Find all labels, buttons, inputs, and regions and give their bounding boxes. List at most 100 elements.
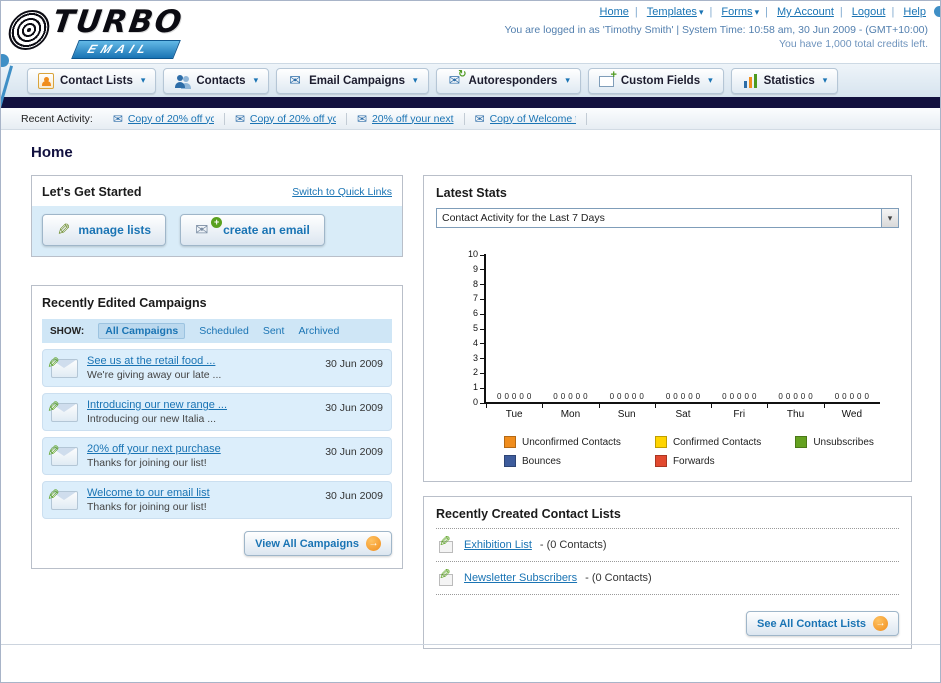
legend-label: Forwards (672, 455, 715, 467)
chevron-down-icon: ▾ (412, 75, 418, 85)
contact-list-count: - (0 Contacts) (585, 572, 652, 584)
link-home[interactable]: Home (600, 6, 629, 18)
filter-sent[interactable]: Sent (263, 325, 285, 337)
chart-bar-group: 0 0 0 0 0 Sat (654, 254, 711, 420)
divider-bar (1, 97, 940, 108)
chart-plot-area: 0 1 2 3 4 5 6 7 8 9 10 0 0 0 0 0 Tue 0 0 0 0 0 Mon 0 0 0 0 0 Sun 0 0 0 0… (468, 250, 880, 420)
nav-tab-contacts[interactable]: Contacts ▾ (163, 67, 270, 94)
top-nav-links: Home Templates▾ Forms▾ My Account Logout… (504, 6, 928, 18)
bar-value-label: 0 (744, 392, 749, 401)
recent-activity-item[interactable]: ✉ Copy of 20% off yc (225, 111, 347, 126)
nav-tab-email-campaigns[interactable]: ✉ Email Campaigns ▾ (276, 67, 429, 94)
manage-lists-button[interactable]: ✎ manage lists (42, 214, 167, 246)
campaign-subtitle: We're giving away our late ... (87, 369, 222, 381)
legend-item: Unconfirmed Contacts (504, 436, 621, 448)
edit-list-icon: ✎ (438, 567, 456, 586)
envelope-icon: ✉ (234, 111, 245, 126)
logo-text-primary: TURBO (50, 4, 186, 40)
bar-value-label: 0 (688, 392, 693, 401)
recent-activity-item[interactable]: ✉ Copy of Welcome tc (465, 112, 587, 125)
bar-value-label: 0 (808, 392, 813, 401)
y-axis-tick-label: 2 (464, 368, 484, 377)
nav-tab-autoresponders[interactable]: ✉ ↻ Autoresponders ▾ (435, 67, 581, 94)
contact-activity-chart: 0 1 2 3 4 5 6 7 8 9 10 0 0 0 0 0 Tue 0 0 0 0 0 Mon 0 0 0 0 0 Sun 0 0 0 0… (462, 250, 899, 467)
bar-value-label: 0 (737, 392, 742, 401)
new-email-icon: ✉ + (195, 217, 223, 238)
see-all-contact-lists-button[interactable]: See All Contact Lists → (745, 611, 899, 636)
nav-tab-contact-lists[interactable]: Contact Lists ▾ (27, 67, 157, 94)
filter-all-campaigns[interactable]: All Campaigns (98, 323, 186, 339)
campaign-row[interactable]: ✎ 20% off your next purchase Thanks for … (42, 437, 392, 475)
stats-period-select[interactable]: Contact Activity for the Last 7 Days ▾ (436, 208, 899, 228)
campaign-title-link[interactable]: 20% off your next purchase (87, 443, 316, 455)
logo-swoosh-icon (5, 10, 53, 50)
campaign-filter-bar: SHOW: All Campaigns Scheduled Sent Archi… (42, 319, 392, 343)
bar-value-label: 0 (864, 392, 869, 401)
recent-contact-lists-panel: Recently Created Contact Lists ✎ Exhibit… (423, 496, 912, 649)
y-axis-tick-label: 8 (464, 279, 484, 289)
recent-activity-item[interactable]: ✉ Copy of 20% off yc (103, 111, 225, 126)
bar-value-label: 0 (624, 392, 629, 401)
bar-value-label: 0 (793, 392, 798, 401)
custom-fields-icon: + (598, 69, 617, 89)
bar-value-label: 0 (680, 392, 686, 401)
recent-activity-bar: Recent Activity: ✉ Copy of 20% off yc ✉ … (1, 108, 940, 130)
recent-activity-item[interactable]: ✉ 20% off your next (347, 111, 465, 126)
bar-value-label: 0 (842, 392, 847, 401)
main-content: Home Let's Get Started Switch to Quick L… (1, 130, 940, 666)
bar-value-label: 0 (729, 392, 735, 401)
campaign-row[interactable]: ✎ Welcome to our email list Thanks for j… (42, 481, 392, 519)
campaign-edit-icon: ✎ (47, 486, 78, 510)
bar-value-label: 0 (695, 392, 701, 401)
bar-value-label: 0 (751, 392, 757, 401)
campaign-title-link[interactable]: Introducing our new range ... (87, 399, 316, 411)
turbo-email-logo[interactable]: TURBO EMAIL (5, 4, 259, 60)
bar-value-label: 0 (504, 392, 509, 401)
y-axis-tick-label: 10 (464, 250, 484, 259)
contact-list-row[interactable]: ✎ Newsletter Subscribers - (0 Contacts) (436, 562, 899, 595)
x-axis-label: Wed (841, 409, 863, 420)
filter-archived[interactable]: Archived (298, 325, 339, 337)
campaign-title-link[interactable]: See us at the retail food ... (87, 355, 316, 367)
campaign-title-link[interactable]: Welcome to our email list (87, 487, 316, 499)
x-axis-label: Tue (505, 409, 523, 420)
link-help[interactable]: Help (903, 6, 926, 18)
campaign-edit-icon: ✎ (47, 398, 78, 422)
bar-value-label: 0 (560, 392, 566, 401)
y-axis-tick-label: 9 (464, 264, 484, 274)
campaign-row[interactable]: ✎ Introducing our new range ... Introduc… (42, 393, 392, 431)
contact-list-link[interactable]: Exhibition List (464, 539, 532, 551)
nav-tab-custom-fields[interactable]: + Custom Fields ▾ (587, 67, 724, 94)
app-page: TURBO EMAIL Home Templates▾ Forms▾ My Ac… (0, 0, 941, 683)
campaign-row[interactable]: ✎ See us at the retail food ... We're gi… (42, 349, 392, 387)
chart-bar-group: 0 0 0 0 0 Sun (598, 254, 655, 420)
view-all-campaigns-button[interactable]: View All Campaigns → (244, 531, 392, 556)
contact-list-link[interactable]: Newsletter Subscribers (464, 572, 577, 584)
legend-swatch (504, 455, 516, 467)
link-forms[interactable]: Forms ▾ (721, 6, 759, 18)
chart-legend: Unconfirmed Contacts Confirmed Contacts Un… (504, 436, 874, 467)
link-templates[interactable]: Templates ▾ (647, 6, 704, 18)
app-header: TURBO EMAIL Home Templates▾ Forms▾ My Ac… (1, 1, 940, 109)
campaign-date: 30 Jun 2009 (325, 490, 383, 502)
create-email-button[interactable]: ✉ + create an email (180, 214, 325, 246)
link-my-account[interactable]: My Account (777, 6, 834, 18)
recent-contact-lists-title: Recently Created Contact Lists (436, 507, 899, 529)
arrow-right-icon: → (873, 616, 888, 631)
chevron-down-icon: ▾ (708, 75, 713, 85)
login-info: You are logged in as 'Timothy Smith' | S… (504, 24, 928, 36)
x-axis-label: Thu (786, 409, 805, 420)
nav-tab-statistics[interactable]: Statistics ▾ (730, 67, 839, 94)
chevron-down-icon: ▾ (140, 75, 146, 85)
link-logout[interactable]: Logout (852, 6, 886, 18)
y-axis-tick-label: 1 (464, 383, 484, 392)
envelope-icon: ✉ (356, 111, 367, 126)
bar-value-label: 0 (778, 392, 783, 401)
contact-list-row[interactable]: ✎ Exhibition List - (0 Contacts) (436, 529, 899, 562)
show-label: SHOW: (50, 325, 85, 337)
legend-swatch (795, 436, 808, 448)
filter-scheduled[interactable]: Scheduled (199, 325, 249, 337)
legend-item: Forwards (654, 455, 761, 467)
envelope-icon: ✉ (112, 111, 123, 126)
switch-quick-links-link[interactable]: Switch to Quick Links (292, 186, 392, 198)
